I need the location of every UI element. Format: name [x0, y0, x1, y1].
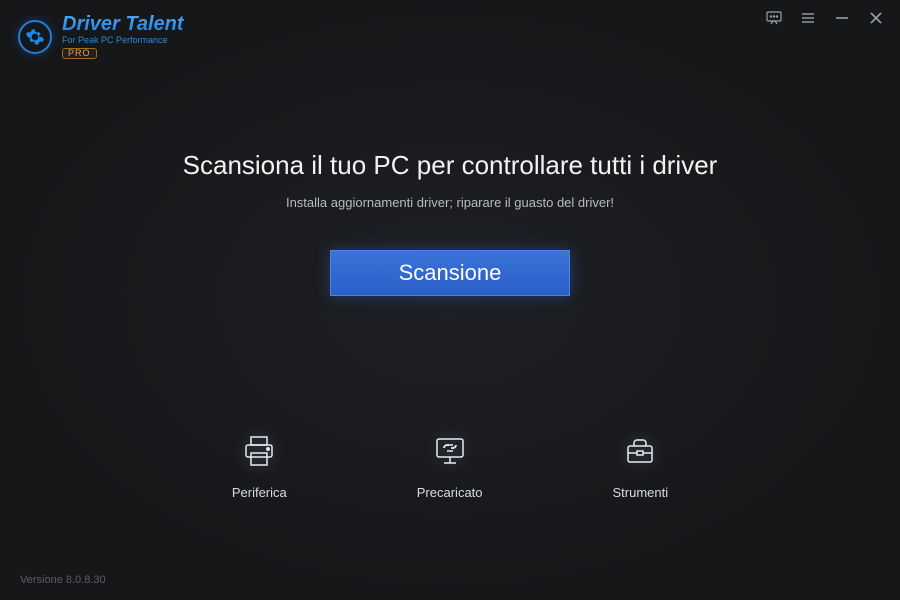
peripheral-label: Periferica — [232, 485, 287, 500]
scan-button[interactable]: Scansione — [330, 250, 570, 296]
menu-icon[interactable] — [800, 10, 816, 26]
app-logo: Driver Talent For Peak PC Performance PR… — [18, 14, 184, 59]
tools-button[interactable]: Strumenti — [613, 429, 669, 500]
gear-icon — [18, 20, 52, 54]
monitor-link-icon — [428, 429, 472, 473]
pro-badge: PRO — [62, 48, 97, 59]
headline: Scansiona il tuo PC per controllare tutt… — [0, 150, 900, 181]
bottom-actions: Periferica Precaricato Strumenti — [0, 429, 900, 500]
window-controls — [750, 0, 900, 36]
preloaded-label: Precaricato — [417, 485, 483, 500]
close-icon[interactable] — [868, 10, 884, 26]
tools-label: Strumenti — [613, 485, 669, 500]
version-label: Versione 8.0.8.30 — [20, 574, 106, 586]
preloaded-button[interactable]: Precaricato — [417, 429, 483, 500]
app-tagline: For Peak PC Performance — [62, 36, 184, 45]
peripheral-button[interactable]: Periferica — [232, 429, 287, 500]
minimize-icon[interactable] — [834, 10, 850, 26]
app-title: Driver Talent — [62, 14, 184, 34]
main-content: Scansiona il tuo PC per controllare tutt… — [0, 150, 900, 296]
feedback-icon[interactable] — [766, 10, 782, 26]
toolbox-icon — [618, 429, 662, 473]
printer-icon — [237, 429, 281, 473]
subheadline: Installa aggiornamenti driver; riparare … — [0, 195, 900, 210]
